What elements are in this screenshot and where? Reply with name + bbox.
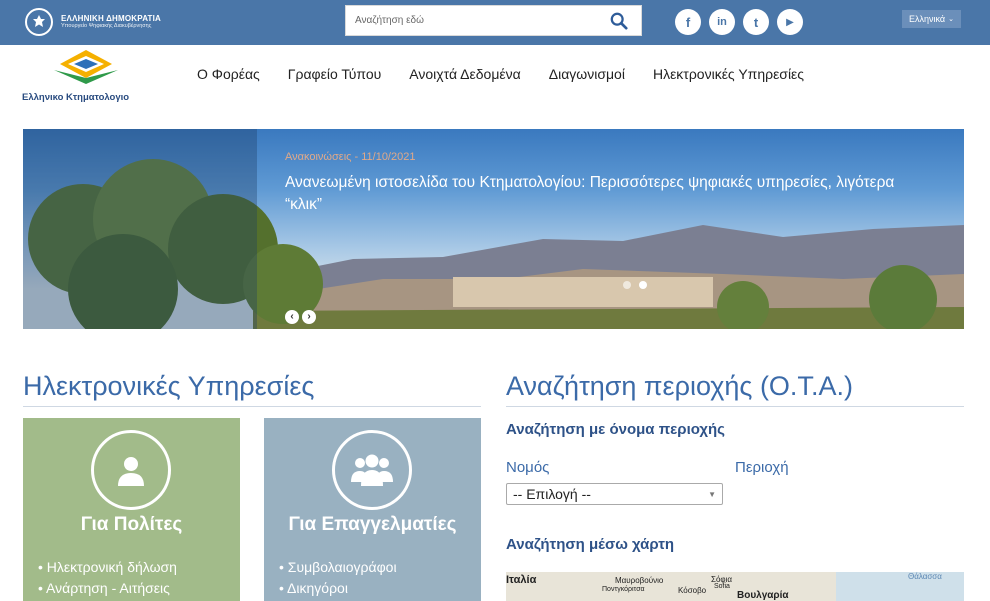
map-label: Κόσοβο: [678, 586, 707, 595]
twitter-icon[interactable]: t: [743, 9, 769, 35]
social-links: f in t ▶: [675, 9, 803, 35]
list-item[interactable]: Ανάρτηση - Αιτήσεις: [38, 578, 177, 599]
search-input[interactable]: [346, 6, 597, 35]
citizens-card[interactable]: Για Πολίτες Ηλεκτρονική δήλωση Ανάρτηση …: [23, 418, 240, 601]
professionals-card[interactable]: Για Επαγγελματίες Συμβολαιογράφοι Δικηγό…: [264, 418, 481, 601]
search-icon: [610, 12, 628, 30]
ktimatologio-logo[interactable]: Ελληνικο Κτηματολογιο: [22, 48, 152, 104]
hero-shade: [23, 129, 257, 329]
chevron-right-icon[interactable]: ›: [302, 310, 316, 324]
nav-item-e-services[interactable]: Ηλεκτρονικές Υπηρεσίες: [653, 66, 804, 82]
search-by-map-heading: Αναζήτηση μέσω χάρτη: [506, 536, 675, 553]
prefecture-label: Νομός: [506, 459, 550, 476]
slider-dot-2[interactable]: [639, 281, 647, 289]
gov-brand[interactable]: ΕΛΛΗΝΙΚΗ ΔΗΜΟΚΡΑΤΙΑ Υπουργείο Ψηφιακής Δ…: [25, 8, 161, 36]
prefecture-select[interactable]: -- Επιλογή -- ▼: [506, 483, 723, 505]
nav-item-tenders[interactable]: Διαγωνισμοί: [549, 66, 625, 82]
hero-slider[interactable]: Ανακοινώσεις - 11/10/2021 Ανανεωμένη ιστ…: [23, 129, 964, 329]
prefecture-select-value: -- Επιλογή --: [513, 486, 591, 502]
map-label: Sofia: [714, 583, 730, 590]
gov-subtitle: Υπουργείο Ψηφιακής Διακυβέρνησης: [61, 23, 152, 30]
search-box: [345, 5, 642, 36]
services-divider: [23, 406, 481, 407]
professionals-title: Για Επαγγελματίες: [288, 514, 457, 535]
chevron-left-icon[interactable]: ‹: [285, 310, 299, 324]
top-bar: ΕΛΛΗΝΙΚΗ ΔΗΜΟΚΡΑΤΙΑ Υπουργείο Ψηφιακής Δ…: [0, 0, 990, 45]
slider-arrows: ‹ ›: [285, 310, 316, 324]
map-label: Θάλασσα: [908, 572, 942, 581]
chevron-down-icon: ⌄: [948, 16, 954, 23]
users-group-icon: [332, 430, 412, 510]
nav-item-foreas[interactable]: Ο Φορέας: [197, 66, 260, 82]
greek-emblem-icon: [25, 8, 53, 36]
language-label: Ελληνικά: [909, 14, 946, 24]
area-search-title: Αναζήτηση περιοχής (Ο.Τ.Α.): [506, 371, 853, 401]
map-label: Ποντγκόριτσα: [602, 586, 645, 593]
services-title: Ηλεκτρονικές Υπηρεσίες: [23, 371, 315, 401]
nav-item-open-data[interactable]: Ανοιχτά Δεδομένα: [409, 66, 520, 82]
gov-text: ΕΛΛΗΝΙΚΗ ΔΗΜΟΚΡΑΤΙΑ Υπουργείο Ψηφιακής Δ…: [61, 14, 161, 30]
search-by-name-heading: Αναζήτηση με όνομα περιοχής: [506, 421, 725, 438]
main-nav: Ο Φορέας Γραφείο Τύπου Ανοιχτά Δεδομένα …: [197, 66, 832, 82]
professionals-list: Συμβολαιογράφοι Δικηγόροι: [279, 557, 397, 599]
list-item[interactable]: Ηλεκτρονική δήλωση: [38, 557, 177, 578]
nav-item-press-office[interactable]: Γραφείο Τύπου: [288, 66, 382, 82]
hero-title[interactable]: Ανανεωμένη ιστοσελίδα του Κτηματολογίου:…: [285, 172, 935, 216]
citizens-title: Για Πολίτες: [80, 514, 183, 535]
logo-text: Ελληνικο Κτηματολογιο: [22, 92, 130, 103]
ktimatologio-logo-icon: [54, 50, 118, 84]
caret-down-icon: ▼: [708, 489, 716, 499]
language-selector[interactable]: Ελληνικά ⌄: [902, 10, 961, 28]
slider-dot-1[interactable]: [623, 281, 631, 289]
region-label: Περιοχή: [735, 459, 789, 476]
user-icon: [91, 430, 171, 510]
map-label: Βουλγαρία: [737, 590, 789, 601]
linkedin-icon[interactable]: in: [709, 9, 735, 35]
region-map[interactable]: Ιταλία Μαυροβούνιο Ποντγκόριτσα Κόσοβο Σ…: [506, 572, 964, 601]
area-search-divider: [506, 406, 964, 407]
slider-dots: [623, 281, 647, 289]
map-label: Ιταλία: [506, 574, 537, 586]
map-label: Μαυροβούνιο: [615, 576, 664, 585]
search-button[interactable]: [597, 6, 641, 35]
hero-meta: Ανακοινώσεις - 11/10/2021: [285, 151, 416, 163]
citizens-list: Ηλεκτρονική δήλωση Ανάρτηση - Αιτήσεις: [38, 557, 177, 599]
facebook-icon[interactable]: f: [675, 9, 701, 35]
youtube-icon[interactable]: ▶: [777, 9, 803, 35]
list-item[interactable]: Δικηγόροι: [279, 578, 397, 599]
list-item[interactable]: Συμβολαιογράφοι: [279, 557, 397, 578]
